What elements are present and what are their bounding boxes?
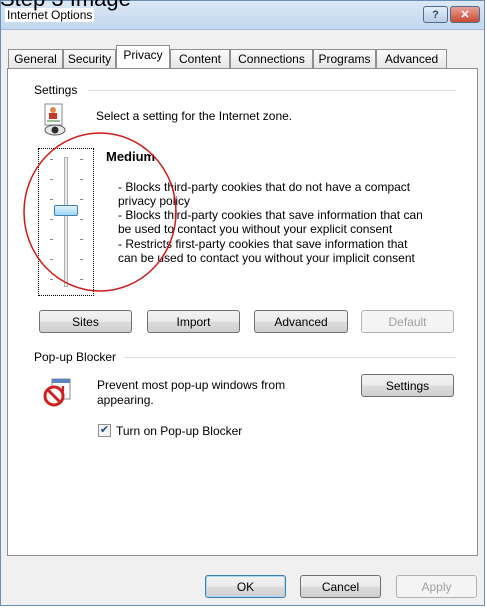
tab-security[interactable]: Security xyxy=(63,49,116,70)
advanced-button[interactable]: Advanced xyxy=(254,310,348,333)
popup-blocker-icon: ! xyxy=(43,378,71,407)
tab-general[interactable]: General xyxy=(8,49,63,70)
popup-group-line xyxy=(124,357,456,358)
popup-group-label: Pop-up Blocker xyxy=(34,350,121,364)
annotation-circle xyxy=(23,132,177,292)
tab-privacy[interactable]: Privacy xyxy=(116,45,170,71)
tab-connections[interactable]: Connections xyxy=(230,49,313,70)
tab-programs[interactable]: Programs xyxy=(313,49,376,70)
popup-blocker-checkbox[interactable]: ✔ xyxy=(98,424,111,437)
import-button[interactable]: Import xyxy=(147,310,240,333)
popup-settings-button[interactable]: Settings xyxy=(361,374,454,397)
popup-desc-line: appearing. xyxy=(97,393,154,407)
apply-button[interactable]: Apply xyxy=(396,575,477,598)
cancel-button[interactable]: Cancel xyxy=(300,575,381,598)
step-caption: Step 3 Image xyxy=(0,0,131,10)
sites-button[interactable]: Sites xyxy=(39,310,132,333)
settings-group-line xyxy=(88,90,456,91)
close-button[interactable]: ✕ xyxy=(450,6,480,23)
popup-blocker-checkbox-label[interactable]: Turn on Pop-up Blocker xyxy=(116,424,242,438)
tab-strip: General Security Privacy Content Connect… xyxy=(8,45,479,71)
tab-content[interactable]: Content xyxy=(170,49,230,70)
popup-desc-line: Prevent most pop-up windows from xyxy=(97,378,286,392)
tab-advanced[interactable]: Advanced xyxy=(376,49,447,70)
help-button[interactable]: ? xyxy=(423,6,448,23)
settings-group-label: Settings xyxy=(34,83,82,97)
ok-button[interactable]: OK xyxy=(205,575,286,598)
zone-intro-text: Select a setting for the Internet zone. xyxy=(96,109,293,123)
default-button[interactable]: Default xyxy=(361,310,454,333)
